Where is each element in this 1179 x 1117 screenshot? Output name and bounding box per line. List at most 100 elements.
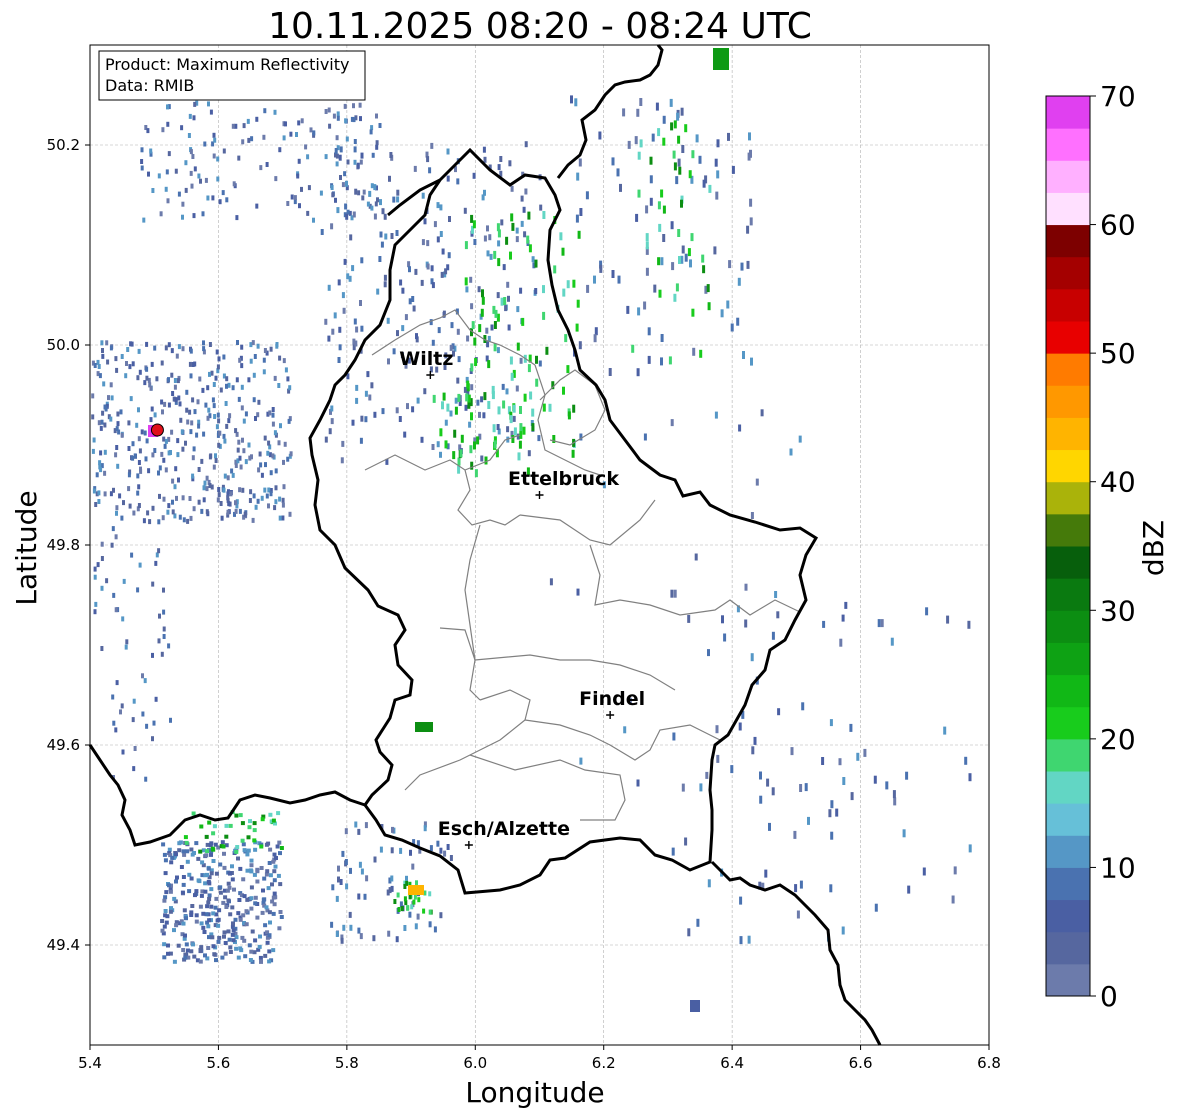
echo-pixel bbox=[330, 921, 334, 928]
echo-pixel bbox=[416, 913, 420, 920]
echo-pixel bbox=[873, 775, 877, 784]
echo-pixel bbox=[181, 495, 185, 501]
echo-pixel bbox=[415, 333, 418, 340]
echo-pixel bbox=[166, 198, 170, 204]
echo-pixel bbox=[273, 864, 278, 869]
echo-pixel bbox=[147, 468, 151, 474]
echo-pixel bbox=[187, 889, 192, 894]
echo-pixel bbox=[643, 301, 647, 310]
echo-pixel bbox=[164, 920, 169, 925]
echo-pixel bbox=[562, 386, 565, 395]
echo-pixel bbox=[470, 412, 473, 421]
echo-pixel bbox=[181, 201, 185, 207]
echo-pixel bbox=[354, 188, 358, 195]
echo-pixel bbox=[359, 116, 362, 122]
echo-pixel bbox=[616, 168, 620, 177]
echo-pixel bbox=[192, 851, 196, 855]
echo-pixel bbox=[566, 280, 570, 289]
echo-pixel bbox=[327, 284, 331, 291]
echo-pixel bbox=[274, 468, 278, 474]
echo-pixel bbox=[345, 883, 349, 890]
echo-pixel bbox=[293, 195, 297, 201]
echo-pixel bbox=[239, 464, 243, 470]
echo-pixel bbox=[386, 317, 390, 324]
echo-pixel bbox=[170, 429, 174, 435]
echo-pixel bbox=[161, 842, 166, 847]
echo-pixel bbox=[260, 817, 265, 822]
echo-pixel bbox=[150, 361, 154, 367]
echo-pixel bbox=[431, 339, 435, 346]
echo-pixel bbox=[493, 440, 497, 449]
echo-pixel bbox=[728, 260, 732, 269]
echo-pixel bbox=[177, 191, 181, 197]
echo-pixel bbox=[114, 727, 118, 733]
echo-pixel bbox=[345, 136, 349, 142]
echo-pixel bbox=[373, 856, 377, 863]
echo-pixel bbox=[263, 487, 267, 493]
echo-pixel bbox=[446, 175, 450, 182]
echo-pixel bbox=[163, 858, 168, 863]
echo-pixel bbox=[278, 910, 283, 914]
colorbar bbox=[1045, 95, 1091, 997]
echo-pixel bbox=[166, 509, 170, 515]
echo-pixel bbox=[716, 754, 720, 763]
echo-pixel bbox=[148, 519, 152, 525]
echo-pixel bbox=[212, 952, 217, 957]
echo-pixel bbox=[714, 411, 718, 419]
echo-pixel bbox=[236, 955, 241, 960]
echo-pixel bbox=[151, 452, 155, 458]
echo-pixel bbox=[478, 324, 482, 333]
colorbar-tick-label: 60 bbox=[1100, 209, 1136, 242]
echo-pixel bbox=[677, 158, 681, 167]
echo-pixel bbox=[194, 889, 199, 894]
echo-pixel bbox=[357, 893, 361, 900]
echo-pixel bbox=[893, 797, 897, 806]
echo-pixel bbox=[185, 859, 190, 864]
echo-pixel bbox=[267, 503, 270, 509]
echo-pixel bbox=[228, 823, 233, 828]
echo-pixel bbox=[505, 388, 509, 395]
echo-pixel bbox=[252, 493, 256, 499]
echo-pixel bbox=[162, 955, 167, 960]
colorbar-segment bbox=[1046, 160, 1090, 193]
echo-pixel bbox=[281, 502, 285, 508]
echo-pixel bbox=[277, 383, 281, 388]
echo-pixel bbox=[395, 936, 399, 943]
echo-pixel bbox=[766, 778, 770, 787]
echo-pixel bbox=[100, 541, 104, 547]
echo-pixel bbox=[226, 475, 230, 481]
echo-pixel bbox=[212, 403, 216, 409]
echo-pixel bbox=[410, 904, 414, 910]
echo-pixel bbox=[277, 926, 282, 931]
echo-pixel bbox=[290, 194, 294, 200]
echo-pixel bbox=[572, 404, 576, 413]
echo-pixel bbox=[259, 462, 263, 468]
echo-pixel bbox=[828, 809, 832, 818]
echo-pixel bbox=[235, 215, 239, 221]
echo-pixel bbox=[379, 199, 382, 206]
echo-pixel bbox=[645, 241, 649, 250]
x-axis-ticks: 5.4 5.6 5.8 6.0 6.2 6.4 6.6 6.8 bbox=[78, 1045, 1001, 1072]
echo-pixel bbox=[157, 173, 161, 179]
echo-pixel bbox=[112, 720, 116, 726]
echo-pixel bbox=[358, 102, 362, 108]
echo-pixel bbox=[229, 491, 233, 497]
colorbar-segment bbox=[1046, 128, 1090, 161]
echo-pixel bbox=[360, 415, 364, 422]
echo-pixel bbox=[369, 129, 373, 135]
echo-pixel bbox=[708, 184, 712, 193]
echo-pixel bbox=[669, 98, 673, 107]
echo-pixel bbox=[371, 152, 375, 158]
echo-pixel bbox=[200, 860, 205, 865]
echo-pixel bbox=[740, 262, 744, 271]
echo-pixel bbox=[395, 230, 399, 236]
echo-pixel bbox=[198, 947, 203, 952]
echo-pixel bbox=[482, 146, 486, 153]
echo-pixel bbox=[496, 347, 500, 354]
echo-pixel bbox=[381, 408, 385, 415]
echo-pixel bbox=[162, 587, 165, 593]
echo-pixel bbox=[645, 205, 649, 214]
echo-pixel bbox=[353, 139, 357, 144]
echo-pixel bbox=[750, 357, 753, 366]
echo-pixel bbox=[368, 394, 372, 401]
